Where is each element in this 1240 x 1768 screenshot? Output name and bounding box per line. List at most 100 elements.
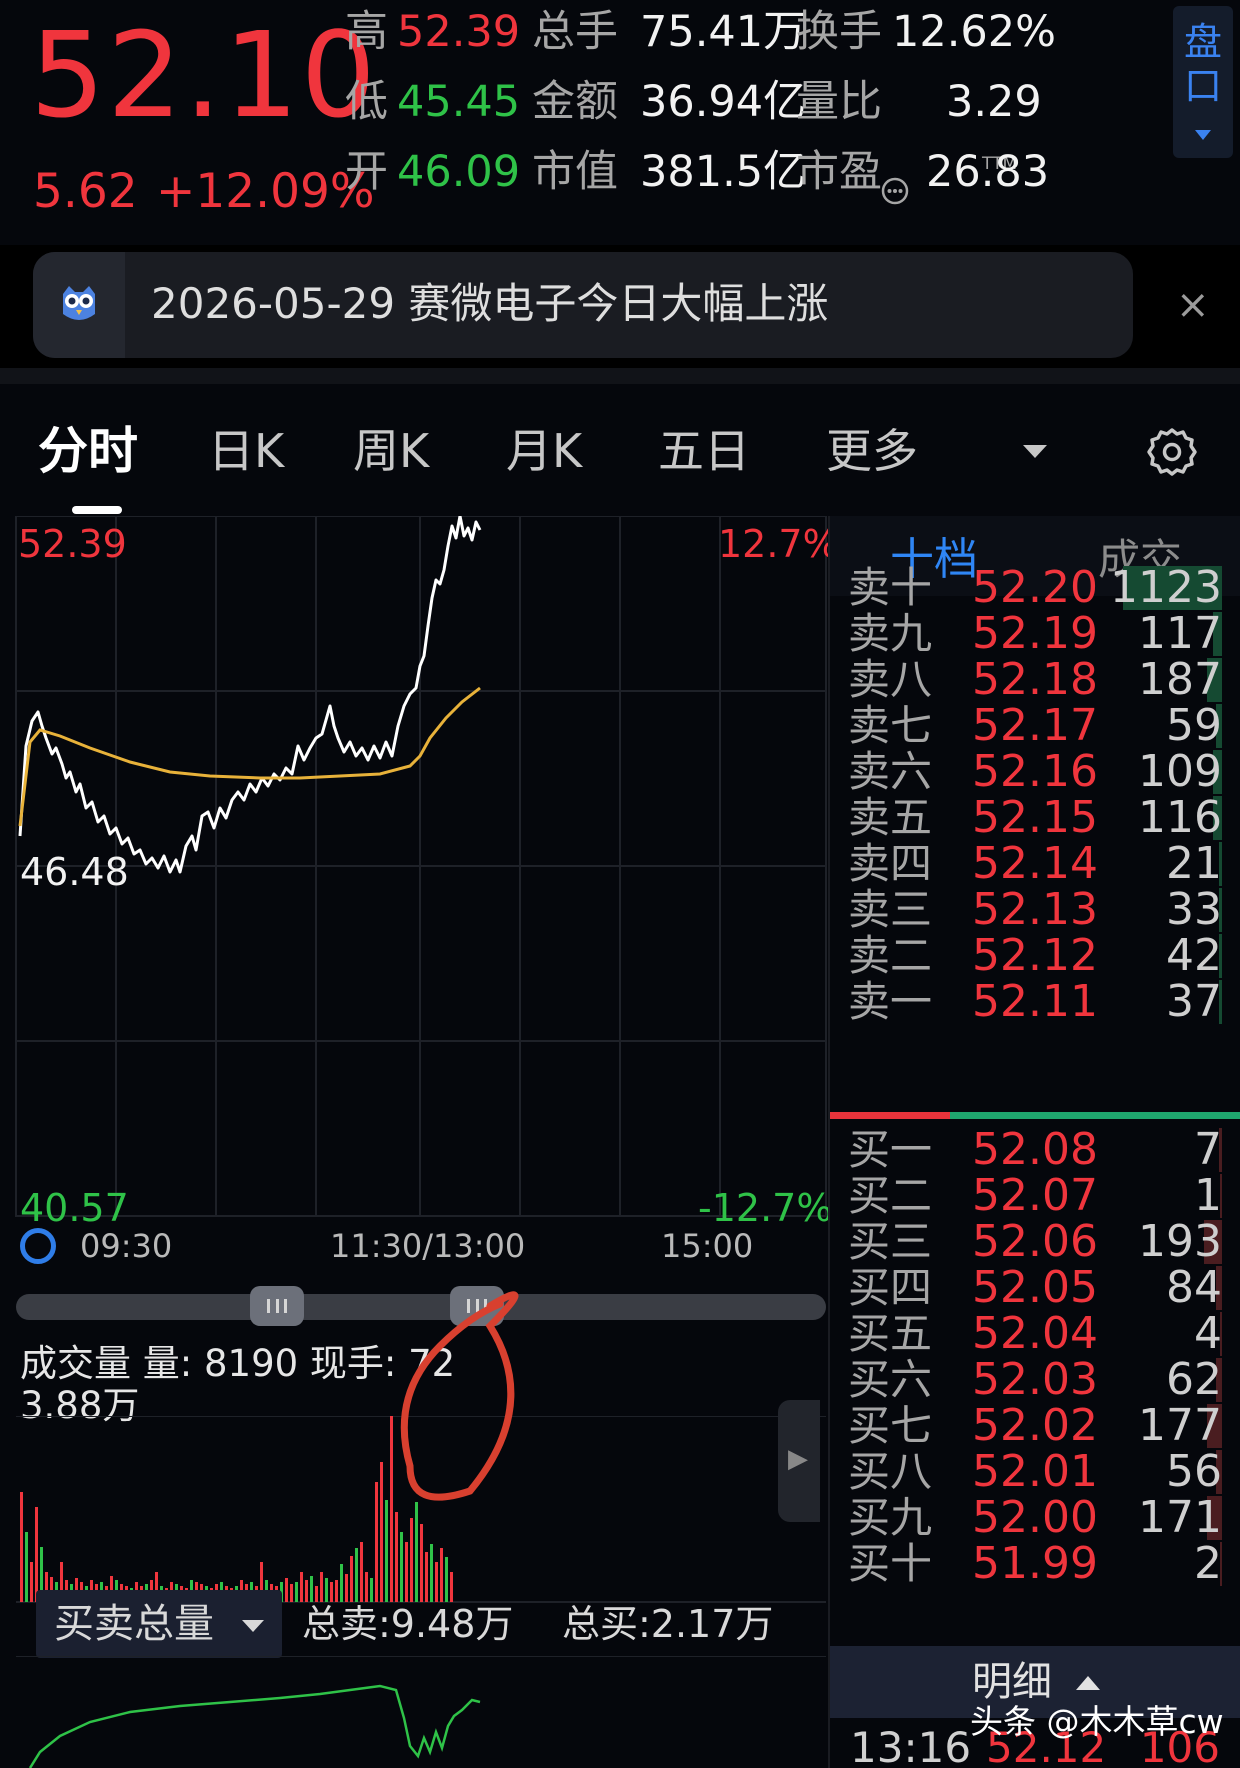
gear-icon[interactable] <box>1146 426 1198 478</box>
news-headline: 2026-05-29 赛微电子今日大幅上涨 <box>151 279 829 328</box>
bid-row-1[interactable]: 买一 52.08 7 <box>830 1124 1240 1176</box>
news-banner[interactable]: 2026-05-29 赛微电子今日大幅上涨 <box>33 252 1133 358</box>
bid-volume: 1 <box>1194 1170 1222 1221</box>
ask-price: 52.11 <box>972 976 1098 1027</box>
close-icon[interactable]: × <box>1176 280 1210 330</box>
volume-bar <box>440 1548 443 1602</box>
intraday-chart[interactable]: 52.39 12.7% 46.48 40.57 -12.7% 09:30 11:… <box>0 516 839 1768</box>
ask-volume: 117 <box>1138 608 1222 659</box>
ask-volume: 116 <box>1138 792 1222 843</box>
ask-level-label: 卖四 <box>848 839 933 888</box>
tab-five-day[interactable]: 五日 <box>658 416 750 486</box>
ask-row-6[interactable]: 卖五 52.15 116 <box>830 792 1240 844</box>
ask-row-9[interactable]: 卖二 52.12 42 <box>830 930 1240 982</box>
bid-level-label: 买四 <box>848 1263 933 1312</box>
owl-icon <box>63 286 95 320</box>
hand-drawn-circle-annotation <box>400 1291 519 1501</box>
ask-price: 52.19 <box>972 608 1098 659</box>
side-panel-toggle[interactable]: ▶ <box>778 1400 820 1522</box>
market-cap-label: 市值 <box>532 147 618 197</box>
ask-row-5[interactable]: 卖六 52.16 109 <box>830 746 1240 798</box>
ask-row-3[interactable]: 卖八 52.18 187 <box>830 654 1240 706</box>
bid-row-6[interactable]: 买六 52.03 62 <box>830 1354 1240 1406</box>
bid-row-7[interactable]: 买七 52.02 177 <box>830 1400 1240 1452</box>
pe-info-icon[interactable] <box>880 176 910 206</box>
chevron-down-icon <box>242 1620 264 1632</box>
tab-weekly-k[interactable]: 周K <box>353 416 429 486</box>
section-divider <box>0 368 1240 384</box>
ask-row-10[interactable]: 卖一 52.11 37 <box>830 976 1240 1028</box>
open-label: 开 <box>345 147 388 197</box>
tab-daily-k[interactable]: 日K <box>208 416 284 486</box>
ask-volume: 59 <box>1166 700 1222 751</box>
order-book-panel: 十档 成交 卖十 52.20 1123 卖九 52.19 117 卖八 52.18 187 卖七 5… <box>828 516 1240 1768</box>
ask-row-2[interactable]: 卖九 52.19 117 <box>830 608 1240 660</box>
bid-level-label: 买五 <box>848 1309 933 1358</box>
volume-bar <box>410 1518 413 1602</box>
ask-volume: 109 <box>1138 746 1222 797</box>
ask-price: 52.12 <box>972 930 1098 981</box>
bid-row-10[interactable]: 买十 51.99 2 <box>830 1538 1240 1590</box>
bid-row-4[interactable]: 买四 52.05 84 <box>830 1262 1240 1314</box>
bid-row-5[interactable]: 买五 52.04 4 <box>830 1308 1240 1360</box>
tab-monthly-k[interactable]: 月K <box>506 416 582 486</box>
ask-price: 52.17 <box>972 700 1098 751</box>
buy-sell-selector[interactable]: 买卖总量 <box>36 1590 282 1658</box>
last-trade-time: 13:16 <box>850 1723 972 1768</box>
time-start-label: 09:30 <box>80 1227 173 1265</box>
ask-row-7[interactable]: 卖四 52.14 21 <box>830 838 1240 890</box>
ask-volume: 33 <box>1166 884 1222 935</box>
bid-price: 52.08 <box>972 1124 1098 1175</box>
high-label: 高 <box>345 7 388 57</box>
y-axis-high-label: 52.39 <box>18 522 127 566</box>
volume-bar <box>35 1507 38 1602</box>
bid-level-label: 买九 <box>848 1493 933 1542</box>
scroll-handle-left[interactable] <box>250 1286 304 1326</box>
low-value: 45.45 <box>397 77 521 127</box>
volume-bar <box>425 1552 428 1602</box>
bid-level-label: 买十 <box>848 1539 933 1588</box>
volume-bar <box>290 1584 293 1602</box>
volume-bar <box>355 1548 358 1602</box>
bid-row-3[interactable]: 买三 52.06 193 <box>830 1216 1240 1268</box>
bid-price: 52.01 <box>972 1446 1098 1497</box>
pankou-toggle-button[interactable]: 盘口 <box>1173 6 1233 158</box>
ask-level-label: 卖六 <box>848 747 933 796</box>
volume-bar <box>30 1562 33 1602</box>
buy-pressure-bar <box>950 1112 1240 1119</box>
time-axis: 09:30 11:30/13:00 15:00 <box>0 1224 828 1270</box>
ask-level-label: 卖八 <box>848 655 933 704</box>
time-mid-label: 11:30/13:00 <box>330 1227 526 1265</box>
bid-level-label: 买七 <box>848 1401 933 1450</box>
y-axis-prev-close-label: 46.48 <box>20 850 129 894</box>
tab-more[interactable]: 更多 <box>826 416 918 486</box>
buy-sell-selector-label: 买卖总量 <box>54 1601 214 1647</box>
bid-volume: 84 <box>1166 1262 1222 1313</box>
ask-row-4[interactable]: 卖七 52.17 59 <box>830 700 1240 752</box>
chevron-up-icon <box>1076 1676 1100 1690</box>
bid-volume: 177 <box>1138 1400 1222 1451</box>
low-label: 低 <box>345 77 388 127</box>
expand-arrow-icon: ▶ <box>788 1444 808 1474</box>
ask-price: 52.16 <box>972 746 1098 797</box>
bid-price: 51.99 <box>972 1538 1098 1589</box>
buy-sell-line-svg <box>16 1656 826 1768</box>
bid-volume: 7 <box>1194 1124 1222 1175</box>
order-book-rows: 卖十 52.20 1123 卖九 52.19 117 卖八 52.18 187 卖七 52.17 59… <box>830 516 1240 1646</box>
ask-row-1[interactable]: 卖十 52.20 1123 <box>830 562 1240 614</box>
tab-intraday[interactable]: 分时 <box>38 416 138 486</box>
ask-price: 52.13 <box>972 884 1098 935</box>
chevron-down-icon <box>1195 130 1211 140</box>
price-line <box>18 516 482 874</box>
amount-label: 金额 <box>532 77 618 127</box>
bid-price: 52.07 <box>972 1170 1098 1221</box>
total-sell-volume: 总卖:9.48万 <box>302 1602 514 1646</box>
bid-row-2[interactable]: 买二 52.07 1 <box>830 1170 1240 1222</box>
crosshair-toggle-icon[interactable] <box>20 1228 56 1264</box>
price-change: 5.62 <box>33 164 138 219</box>
ask-row-8[interactable]: 卖三 52.13 33 <box>830 884 1240 936</box>
turnover-value: 12.62% <box>892 7 1056 57</box>
current-price: 52.10 <box>30 6 378 144</box>
bid-row-8[interactable]: 买八 52.01 56 <box>830 1446 1240 1498</box>
bid-row-9[interactable]: 买九 52.00 171 <box>830 1492 1240 1544</box>
